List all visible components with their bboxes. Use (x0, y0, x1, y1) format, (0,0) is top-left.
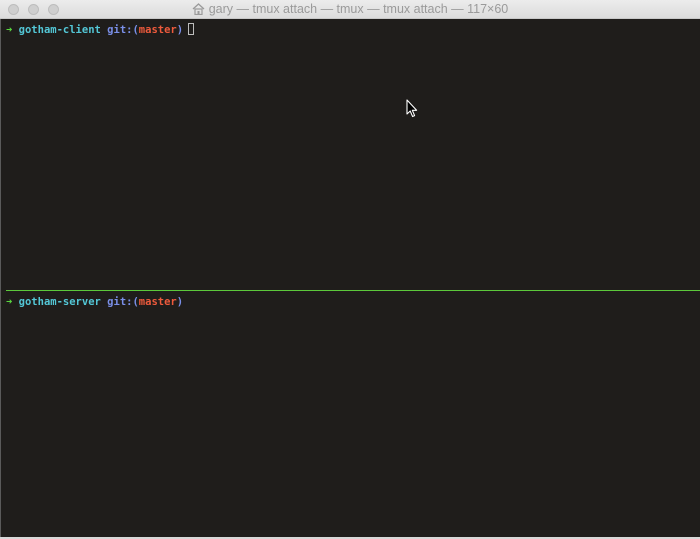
window-title: gary — tmux attach — tmux — tmux attach … (208, 2, 509, 16)
home-icon (192, 3, 205, 16)
window-title-group: gary — tmux attach — tmux — tmux attach … (0, 2, 700, 17)
mouse-pointer-icon (406, 99, 418, 118)
tmux-pane-bottom[interactable]: ➜ gotham-server git:(master) (1, 292, 700, 537)
prompt-close-paren: ) (176, 296, 184, 308)
prompt-branch: master (138, 296, 177, 308)
text-cursor (188, 23, 195, 35)
terminal-window: gary — tmux attach — tmux — tmux attach … (0, 0, 700, 539)
pane-divider[interactable] (6, 290, 700, 291)
prompt-arrow-icon: ➜ (6, 296, 13, 308)
shell-prompt: ➜ gotham-client git:(master) (6, 23, 195, 36)
title-bar[interactable]: gary — tmux attach — tmux — tmux attach … (0, 0, 700, 19)
prompt-directory: gotham-client (18, 24, 101, 36)
prompt-arrow-icon: ➜ (6, 24, 13, 36)
prompt-directory: gotham-server (18, 296, 101, 308)
shell-prompt: ➜ gotham-server git:(master) (6, 296, 183, 309)
prompt-branch: master (138, 24, 177, 36)
tmux-pane-top[interactable]: ➜ gotham-client git:(master) (1, 19, 700, 289)
prompt-git-label: git: (107, 296, 133, 308)
prompt-git-label: git: (107, 24, 133, 36)
prompt-close-paren: ) (176, 24, 184, 36)
